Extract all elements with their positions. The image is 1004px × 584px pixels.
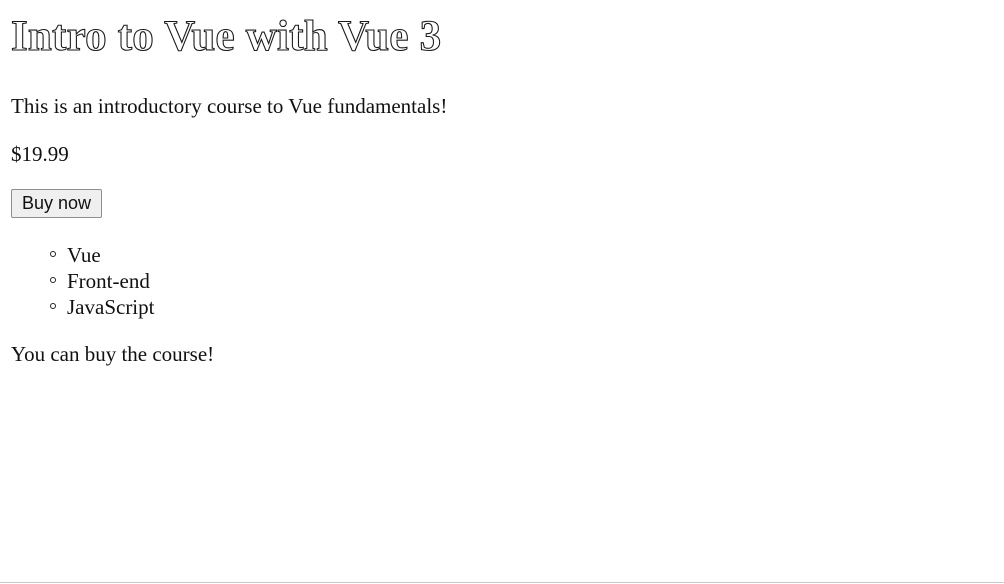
bottom-divider [0, 582, 1004, 583]
tag-label: Front-end [67, 269, 150, 293]
page-title: Intro to Vue with Vue 3 [10, 13, 442, 60]
tag-label: JavaScript [67, 295, 155, 319]
product-price: $19.99 [11, 142, 69, 166]
hollow-circle-bullet-icon [50, 277, 56, 283]
tag-label: Vue [67, 243, 101, 267]
tag-item-vue: Vue [50, 242, 1004, 268]
tag-item-javascript: JavaScript [50, 294, 1004, 320]
tag-list: Vue Front-end JavaScript [11, 242, 1004, 320]
hollow-circle-bullet-icon [50, 251, 56, 257]
buy-now-button[interactable]: Buy now [11, 189, 103, 218]
tag-item-front-end: Front-end [50, 268, 1004, 294]
product-page: Intro to Vue with Vue 3 This is an intro… [0, 0, 1004, 366]
hollow-circle-bullet-icon [50, 303, 56, 309]
product-description: This is an introductory course to Vue fu… [11, 94, 448, 118]
availability-status: You can buy the course! [11, 342, 215, 366]
